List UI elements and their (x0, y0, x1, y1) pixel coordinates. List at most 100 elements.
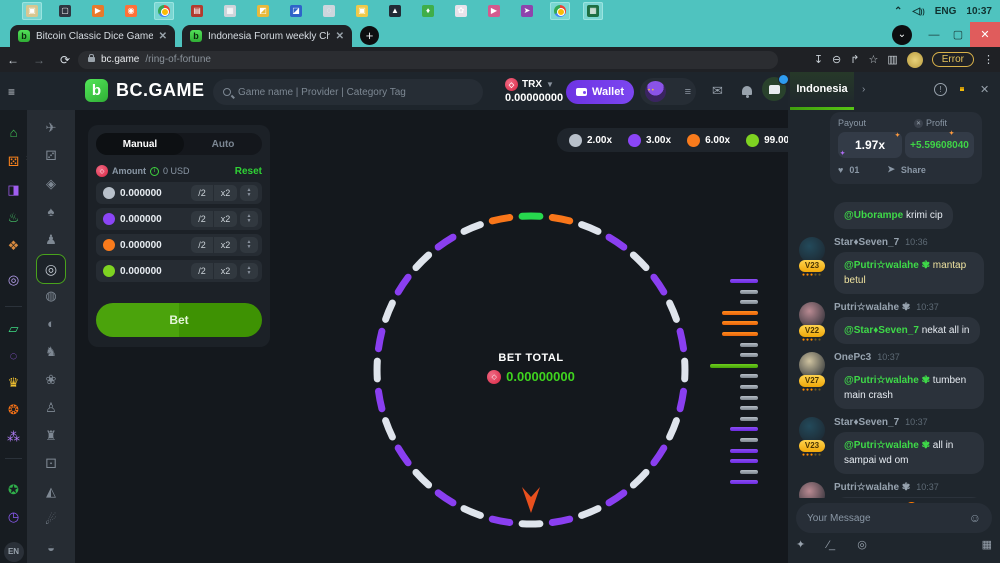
mention[interactable]: @Star♦Seven_7 (844, 325, 919, 336)
hamburger-icon[interactable]: ≡ (8, 85, 21, 99)
taskbar-icon-search-app[interactable]: ◌ (319, 2, 339, 20)
game-item-extra-game[interactable]: ◒ (27, 540, 75, 555)
volume-icon[interactable]: ◁)) (912, 6, 924, 17)
share-icon[interactable]: ➤ (887, 164, 895, 175)
taskbar-icon-flower-app[interactable]: ✿ (451, 2, 471, 20)
taskbar-icon-green-app[interactable]: ♦ (418, 2, 438, 20)
install-icon[interactable]: ↧ (814, 53, 823, 66)
game-item-dice2-game[interactable]: ⚀ (27, 456, 75, 472)
game-item-rook-game[interactable]: ♜ (27, 428, 75, 444)
taskbar-icon-photos-app[interactable]: ▢ (55, 2, 75, 20)
currency-chevron-icon[interactable]: ▼ (546, 80, 554, 89)
mail-icon[interactable]: ✉ (712, 83, 723, 99)
share-icon[interactable]: ↱ (850, 53, 859, 66)
search-input[interactable] (238, 87, 468, 98)
game-item-mine-game[interactable]: ◈ (27, 176, 75, 192)
game-search[interactable] (213, 79, 483, 105)
sidebar-item-vip[interactable]: ♛ (0, 374, 27, 392)
game-item-ring-of-fortune[interactable]: ◎ (36, 254, 66, 284)
chat-tab-indonesia[interactable]: Indonesia (790, 72, 854, 110)
coin-rain-icon[interactable]: ◎ (857, 538, 867, 551)
game-item-dice-game[interactable]: ⚂ (27, 148, 75, 164)
sidebar-item-home[interactable]: ⌂ (0, 124, 27, 142)
sidebar-item-history[interactable]: ◷ (0, 508, 27, 526)
sidebar-item-crash[interactable]: ♨ (0, 209, 27, 227)
browser-avatar[interactable] (907, 52, 923, 68)
game-item-comet-game[interactable]: ☄ (27, 512, 75, 528)
mention[interactable]: @Uborampe (844, 210, 903, 221)
reload-icon[interactable]: ⟳ (52, 53, 78, 67)
tab-close-icon[interactable]: ✕ (159, 31, 167, 42)
error-badge[interactable]: Error (932, 52, 974, 67)
chat-message[interactable]: V22●●●●●Putri☆walahe ✾10:37@OnePc3 iya □… (796, 482, 992, 498)
taskbar-icon-paint-app[interactable]: ◩ (253, 2, 273, 20)
chat-message[interactable]: V22●●●●●Putri☆walahe ✾10:37@Star♦Seven_7… (796, 302, 992, 344)
taskbar-icon-excel[interactable]: ▦ (583, 2, 603, 20)
bookmark-star-icon[interactable]: ☆ (868, 53, 878, 66)
taskbar-icon-chrome-2[interactable] (550, 2, 570, 20)
taskbar-icon-media-player[interactable]: ▶ (88, 2, 108, 20)
game-item-plinko-game[interactable]: ♠ (27, 204, 75, 219)
chat-message[interactable]: V23●●●●●Star♦Seven_710:36@Putri☆walahe ✾… (796, 237, 992, 294)
sidebar-item-casino[interactable]: ›⚄ (0, 153, 27, 171)
sidebar-item-bonus[interactable]: ❂ (0, 401, 27, 419)
notifications-bell-icon[interactable] (742, 86, 752, 95)
username[interactable]: Star♦Seven_7 (834, 417, 899, 428)
chat-message[interactable]: V23●●●●●Star♦Seven_710:37@Putri☆walahe ✾… (796, 417, 992, 474)
sidebar-item-slots[interactable]: ◨ (0, 181, 27, 199)
sidebar-item-referral[interactable]: ⁂ (0, 428, 27, 446)
sidebar-item-cards[interactable]: ❖ (0, 237, 27, 255)
emoji-icon[interactable]: ☺ (969, 511, 981, 525)
user-pill[interactable]: ≡ (640, 78, 696, 105)
chat-close-icon[interactable]: ✕ (980, 83, 989, 96)
taskbar-icon-folder-app[interactable]: ▣ (352, 2, 372, 20)
language-indicator[interactable]: ENG (935, 6, 957, 17)
site-logo[interactable]: b BC.GAME (85, 79, 205, 102)
user-menu-icon[interactable]: ≡ (685, 86, 691, 98)
shared-bet-card[interactable]: Payout ✕ Profit ✦ ✦ 1.97x ✦ +5.59608040 (830, 112, 982, 184)
chat-rules-icon[interactable]: ! (934, 83, 947, 96)
browser-menu-icon[interactable]: ⋮ (983, 53, 994, 66)
game-item-triangle-game[interactable]: ◭ (27, 484, 75, 500)
chevron-right-icon[interactable]: › (862, 84, 865, 95)
browser-menu-chevron[interactable]: ⌄ (892, 25, 912, 45)
keyboard-icon[interactable]: ▦ (982, 538, 992, 551)
mention[interactable]: @Putri☆walahe ✾ (844, 440, 930, 451)
share-label[interactable]: Share (901, 165, 926, 175)
forward-icon[interactable]: → (26, 53, 52, 67)
game-item-coin-game[interactable]: ◍ (27, 288, 75, 304)
taskbar-icon-player-app[interactable]: ➤ (517, 2, 537, 20)
user-avatar[interactable] (645, 81, 666, 102)
sidebar-item-ring[interactable]: ◌ (0, 347, 27, 365)
game-item-crash-game[interactable]: ✈ (27, 120, 75, 136)
slash-commands-icon[interactable]: ⁄_ (827, 539, 835, 551)
username[interactable]: Star♦Seven_7 (834, 237, 899, 248)
minimize-button[interactable]: — (922, 29, 946, 41)
fist-icon[interactable]: ✦ (796, 538, 805, 551)
address-bar[interactable]: bc.game/ring-of-fortune (78, 51, 778, 69)
taskbar-icon-firefox[interactable]: ◉ (121, 2, 141, 20)
close-button[interactable]: ✕ (970, 22, 1000, 47)
username[interactable]: Putri☆walahe ✾ (834, 482, 910, 493)
taskbar-icon-chrome[interactable] (154, 2, 174, 20)
chat-messages[interactable]: Payout ✕ Profit ✦ ✦ 1.97x ✦ +5.59608040 (788, 110, 1000, 498)
taskbar-icon-file-explorer[interactable]: ▣ (22, 2, 42, 20)
game-item-tower-game[interactable]: ♙ (27, 400, 75, 416)
clock[interactable]: 10:37 (966, 6, 992, 17)
balance-block[interactable]: ◇ TRX ▼ 0.00000000 (505, 78, 563, 104)
sidebar-item-rewards[interactable]: ✪ (0, 481, 27, 499)
chat-input[interactable]: ☺ (796, 503, 992, 533)
back-icon[interactable]: ← (0, 53, 26, 67)
game-item-keno-game[interactable]: ♞ (27, 344, 75, 360)
taskbar-icon-pink-app[interactable]: ▶ (484, 2, 504, 20)
username[interactable]: OnePc3 (834, 352, 871, 363)
chat-message[interactable]: @Uborampe krimi cip (796, 198, 992, 229)
taskbar-icon-book-app[interactable]: ▤ (187, 2, 207, 20)
browser-tab-1[interactable]: b Bitcoin Classic Dice Game - Play | ✕ (10, 25, 175, 47)
new-tab-button[interactable]: + (360, 26, 379, 45)
chat-message[interactable]: V27●●●●●OnePc310:37@Putri☆walahe ✾ tumbe… (796, 352, 992, 409)
username[interactable]: Putri☆walahe ✾ (834, 302, 910, 313)
lock-icon[interactable] (88, 57, 95, 62)
side-panel-icon[interactable]: ▥ (887, 53, 897, 66)
mention[interactable]: @Putri☆walahe ✾ (844, 260, 930, 271)
